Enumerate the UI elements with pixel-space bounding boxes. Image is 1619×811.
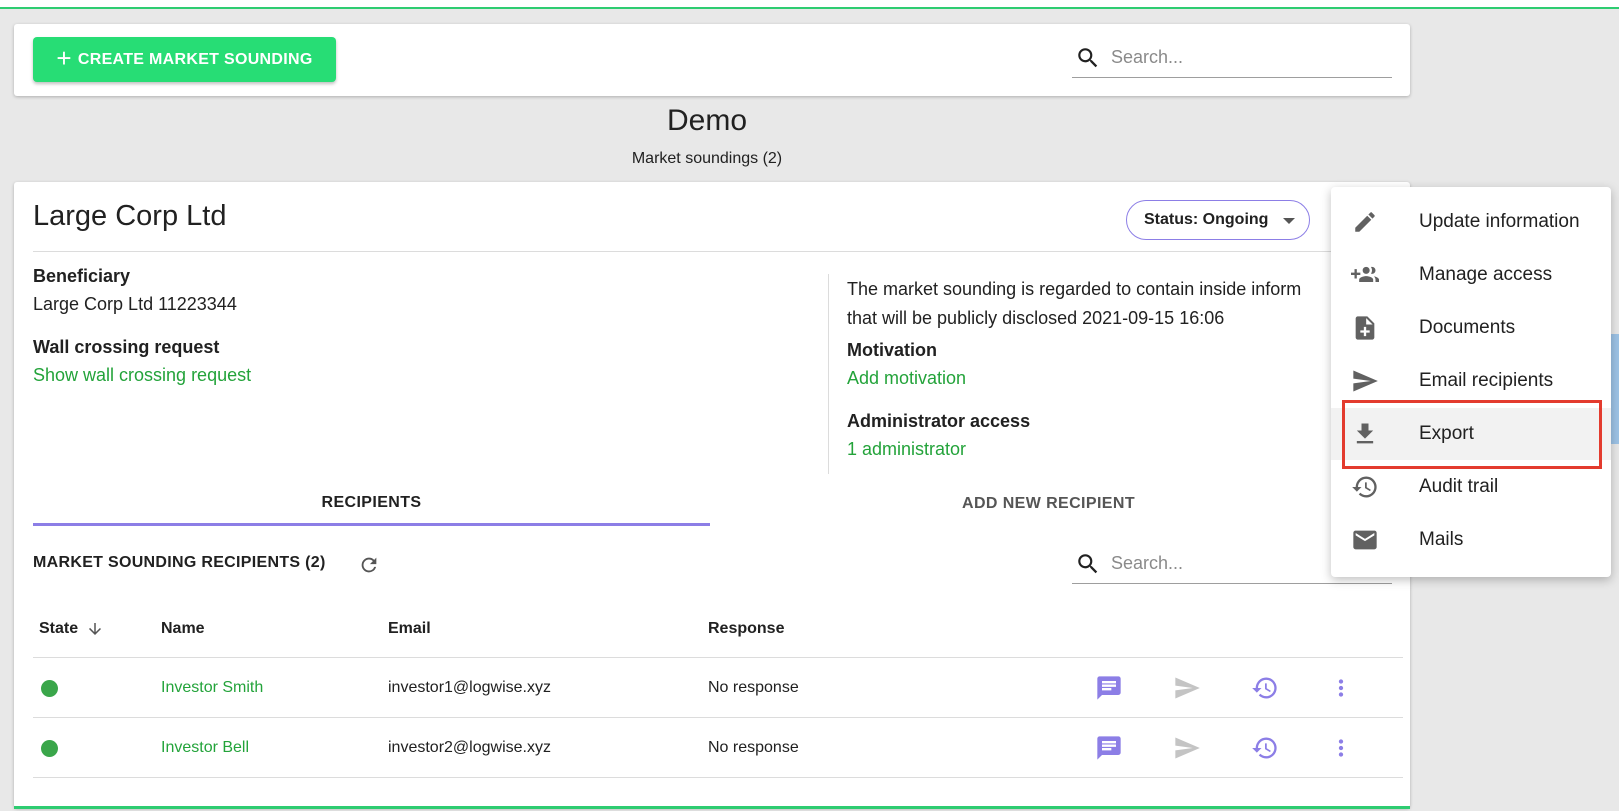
status-dropdown[interactable]: Status: Ongoing [1126,200,1310,240]
column-header-email[interactable]: Email [388,620,431,638]
inside-information-line-2: that will be publicly disclosed 2021-09-… [847,308,1225,328]
more-vert-icon[interactable] [1326,673,1356,703]
note-add-icon [1349,312,1381,344]
menu-item-mails[interactable]: Mails [1331,514,1611,566]
search-icon [1078,553,1098,573]
tab-recipients[interactable]: RECIPIENTS [33,482,710,526]
menu-item-label: Mails [1419,529,1464,550]
inside-information-text: The market sounding is regarded to conta… [847,275,1347,333]
download-icon [1349,418,1381,450]
recipient-email: investor1@logwise.xyz [388,679,551,696]
plus-icon: + [56,43,72,73]
header-search [1072,38,1392,78]
state-indicator [41,740,58,757]
create-market-sounding-button[interactable]: + CREATE MARKET SOUNDING [33,37,336,82]
recipients-section-title: MARKET SOUNDING RECIPIENTS (2) [33,554,326,571]
menu-item-label: Manage access [1419,264,1553,285]
menu-item-label: Audit trail [1419,476,1499,497]
header-toolbar: + CREATE MARKET SOUNDING [14,24,1410,96]
comment-icon[interactable] [1094,733,1124,763]
top-accent-bar [0,0,1619,9]
header-row-divider [33,657,1403,658]
history-icon[interactable] [1250,733,1280,763]
row-divider [33,777,1403,778]
bottom-accent-bar [14,806,1410,809]
beneficiary-label: Beneficiary [33,266,131,286]
more-vert-icon[interactable] [1326,733,1356,763]
state-indicator [41,680,58,697]
column-divider [828,274,829,474]
menu-item-label: Documents [1419,317,1516,338]
add-motivation-link[interactable]: Add motivation [847,368,966,389]
recipient-name[interactable]: Investor Smith [161,679,263,697]
menu-item-documents[interactable]: Documents [1331,302,1611,354]
market-sounding-card: Large Corp Ltd Status: Ongoing Beneficia… [14,182,1410,808]
recipient-response: No response [708,679,799,696]
menu-item-label: Email recipients [1419,370,1554,391]
page-title: Demo [666,104,748,137]
send-icon[interactable] [1172,733,1202,763]
state-header-label: State [39,620,79,637]
mail-icon [1349,524,1381,556]
column-header-state[interactable]: State [39,620,104,638]
administrator-access-label: Administrator access [847,411,1031,431]
recipient-name[interactable]: Investor Bell [161,739,249,757]
row-divider [33,717,1403,718]
recipients-search-input[interactable] [1111,553,1361,574]
header-divider [33,251,1403,252]
refresh-icon[interactable] [358,554,380,576]
caret-down-icon [1283,218,1295,224]
menu-item-update-information[interactable]: Update information [1331,196,1611,248]
menu-item-audit-trail[interactable]: Audit trail [1331,461,1611,513]
menu-item-label: Update information [1419,211,1580,232]
send-icon [1349,365,1381,397]
inside-information-line-1: The market sounding is regarded to conta… [847,279,1302,299]
arrow-down-icon [89,623,102,635]
send-icon[interactable] [1172,673,1202,703]
column-header-response[interactable]: Response [708,620,784,638]
page-subtitle: Market soundings (2) [631,150,783,167]
actions-menu: Update information Manage access Documen… [1331,187,1611,577]
beneficiary-value: Large Corp Ltd 11223344 [33,294,237,314]
header-search-input[interactable] [1111,47,1361,68]
show-wall-crossing-link[interactable]: Show wall crossing request [33,365,251,386]
menu-item-manage-access[interactable]: Manage access [1331,249,1611,301]
menu-item-label: Export [1419,423,1474,444]
administrator-link[interactable]: 1 administrator [847,439,966,460]
tab-add-new-recipient[interactable]: ADD NEW RECIPIENT [710,482,1387,526]
wall-crossing-label: Wall crossing request [33,337,220,357]
status-label: Status: Ongoing [1144,211,1269,228]
menu-item-email-recipients[interactable]: Email recipients [1331,355,1611,407]
create-market-sounding-label: CREATE MARKET SOUNDING [77,50,313,68]
recipient-email: investor2@logwise.xyz [388,739,551,756]
group-add-icon [1349,259,1381,291]
pencil-icon [1349,206,1381,238]
history-icon[interactable] [1250,673,1280,703]
menu-item-export[interactable]: Export [1331,408,1611,460]
company-name: Large Corp Ltd [33,200,227,232]
history-icon [1349,471,1381,503]
column-header-name[interactable]: Name [161,620,205,638]
comment-icon[interactable] [1094,673,1124,703]
motivation-label: Motivation [847,340,937,360]
search-icon [1078,47,1098,67]
recipient-response: No response [708,739,799,756]
